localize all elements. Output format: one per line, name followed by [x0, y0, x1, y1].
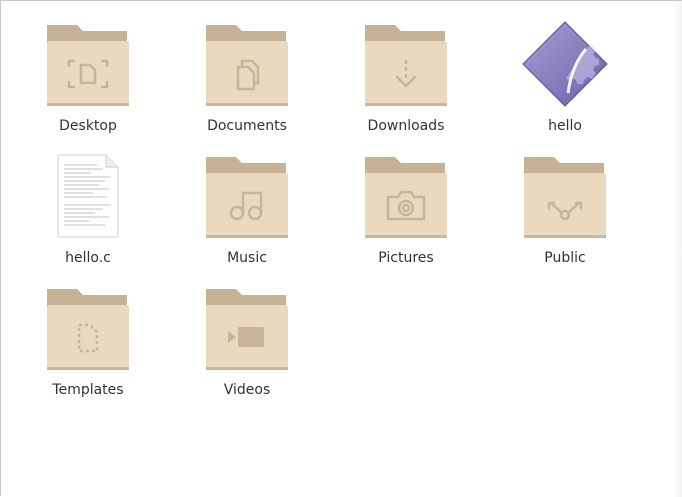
file-label: Pictures [378, 250, 434, 266]
file-item-desktop[interactable]: Desktop [13, 5, 163, 134]
file-item-downloads[interactable]: Downloads [331, 5, 481, 134]
file-label: Templates [52, 382, 124, 398]
folder-music-icon [204, 153, 290, 243]
file-label: Desktop [59, 118, 117, 134]
file-item-documents[interactable]: Documents [172, 5, 322, 134]
file-label: Public [544, 250, 586, 266]
folder-desktop-icon [45, 21, 131, 111]
file-item-pictures[interactable]: Pictures [331, 137, 481, 266]
folder-documents-icon [204, 21, 290, 111]
file-item-public[interactable]: Public [490, 137, 640, 266]
file-item-music[interactable]: Music [172, 137, 322, 266]
folder-videos-icon [204, 285, 290, 375]
folder-download-icon [363, 21, 449, 111]
file-manager-view: Desktop Documents Downloads hello hello.… [0, 0, 682, 497]
file-item-hello[interactable]: hello [490, 5, 640, 134]
file-label: hello [548, 118, 582, 134]
folder-publicshare-icon [522, 153, 608, 243]
file-item-templates[interactable]: Templates [13, 269, 163, 398]
folder-pictures-icon [363, 153, 449, 243]
scrollbar-track[interactable] [672, 1, 682, 497]
executable-icon [522, 21, 608, 111]
file-item-hello-c[interactable]: hello.c [13, 137, 163, 266]
text-file-icon [45, 153, 131, 243]
file-label: Downloads [367, 118, 445, 134]
file-label: hello.c [65, 250, 111, 266]
file-label: Videos [223, 382, 271, 398]
file-item-videos[interactable]: Videos [172, 269, 322, 398]
folder-templates-icon [45, 285, 131, 375]
file-label: Music [227, 250, 267, 266]
icon-grid: Desktop Documents Downloads hello hello.… [1, 1, 682, 497]
file-label: Documents [207, 118, 287, 134]
